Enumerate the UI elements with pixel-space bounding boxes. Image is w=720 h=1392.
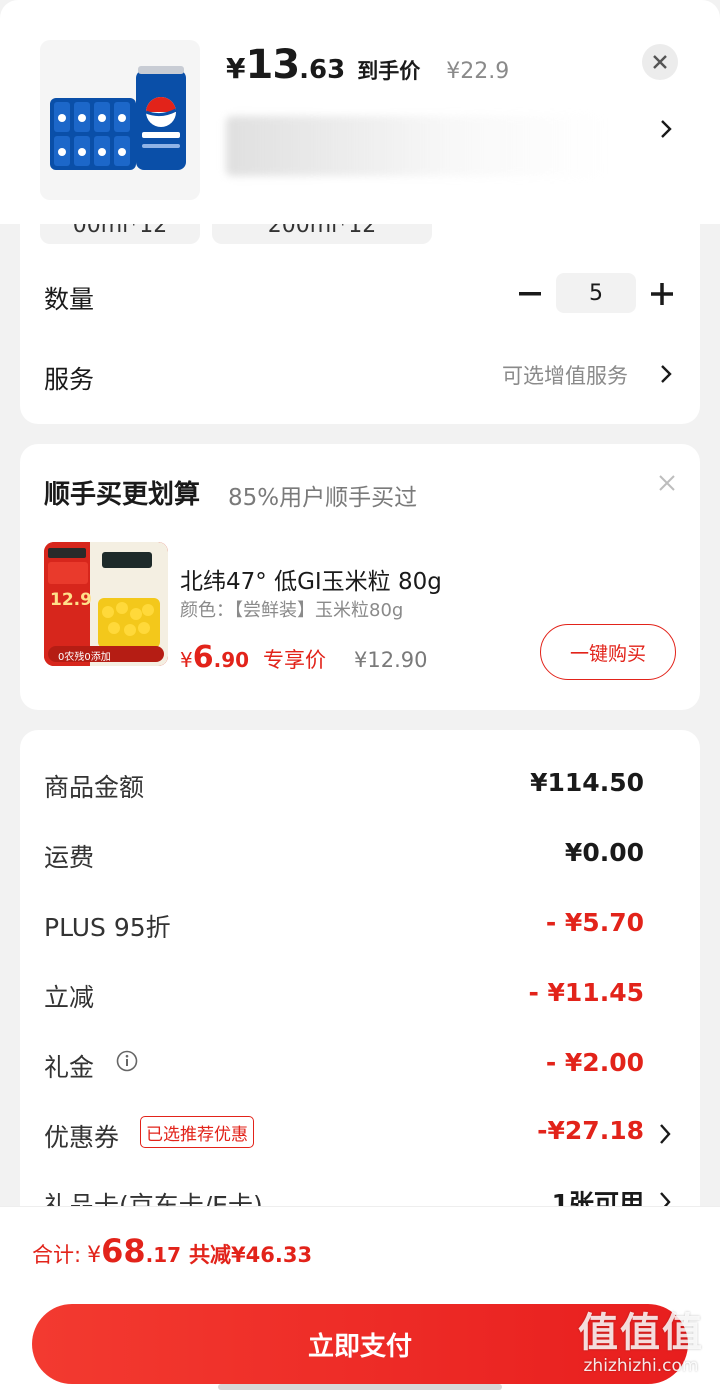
close-button[interactable] [642, 44, 678, 80]
chevron-right-icon[interactable] [660, 118, 672, 140]
product-thumbnail [40, 40, 200, 200]
total-saved: 共减¥46.33 [189, 1243, 313, 1267]
recommend-price-tag: 专享价 [263, 648, 327, 672]
recommend-original-price: ¥12.90 [354, 648, 428, 672]
quantity-input[interactable]: 5 [556, 273, 636, 313]
close-icon[interactable] [656, 472, 678, 494]
quantity-label: 数量 [44, 285, 95, 314]
total-label: 合计: [32, 1243, 82, 1267]
minus-icon [519, 292, 541, 296]
recommend-price: ¥ 6 .90 专享价 [180, 640, 327, 675]
watermark-logo: 值值值 [578, 1310, 704, 1356]
quantity-minus-button[interactable] [512, 276, 548, 312]
info-icon[interactable] [116, 1050, 138, 1072]
coupon-recommended-badge[interactable]: 已选推荐优惠 [140, 1116, 254, 1148]
quantity-plus-button[interactable] [644, 276, 680, 312]
recommend-image-tag: 0农残0添加 [58, 652, 111, 663]
plus-icon [651, 283, 673, 305]
recommend-product-name[interactable]: 北纬47° 低GI玉米粒 80g [180, 562, 442, 596]
service-value[interactable]: 可选增值服务 [502, 360, 628, 390]
pepsi-can-image [50, 66, 186, 170]
home-indicator[interactable] [218, 1384, 502, 1390]
close-icon [653, 55, 667, 69]
selected-spec-blurred [226, 116, 606, 176]
original-price: ¥22.9 [446, 59, 510, 84]
chevron-right-icon[interactable] [658, 1122, 672, 1146]
summary-label-shipping: 运费 [44, 843, 95, 872]
recommend-subtitle: 85%用户顺手买过 [228, 485, 418, 511]
summary-value-shipping: ¥0.00 [564, 838, 644, 867]
summary-label-instant-discount: 立减 [44, 983, 95, 1012]
summary-value-instant-discount: - ¥11.45 [528, 978, 644, 1007]
recommend-title: 顺手买更划算 [44, 480, 201, 510]
recommend-product-image[interactable]: 12.9 0农残0添加 [44, 542, 168, 666]
summary-value-subtotal: ¥114.50 [530, 768, 644, 797]
service-label: 服务 [44, 365, 95, 394]
summary-value-gift-money: - ¥2.00 [545, 1048, 644, 1077]
summary-label-gift-money: 礼金 [44, 1053, 95, 1082]
recommend-image-price: 12.9 [50, 590, 92, 610]
summary-value-coupon[interactable]: -¥27.18 [537, 1116, 644, 1145]
final-price: ¥ 13 .63 到手价 ¥22.9 [226, 42, 510, 88]
final-price-tag: 到手价 [357, 59, 421, 83]
total-price: 合计: ¥ 68 .17 共减¥46.33 [32, 1232, 313, 1270]
watermark-url: zhizhizhi.com [583, 1356, 699, 1376]
summary-label-subtotal: 商品金额 [44, 773, 145, 802]
product-header: ¥ 13 .63 到手价 ¥22.9 [0, 0, 720, 224]
watermark: 值值值 zhizhizhi.com [566, 1300, 716, 1376]
summary-value-plus: - ¥5.70 [545, 908, 644, 937]
chevron-right-icon[interactable] [660, 364, 672, 384]
summary-label-plus: PLUS 95折 [44, 913, 171, 942]
summary-label-coupon: 优惠券 [44, 1123, 120, 1152]
one-click-buy-button[interactable]: 一键购买 [540, 624, 676, 680]
recommend-product-color: 颜色：【尝鲜装】玉米粒80g [180, 600, 404, 621]
